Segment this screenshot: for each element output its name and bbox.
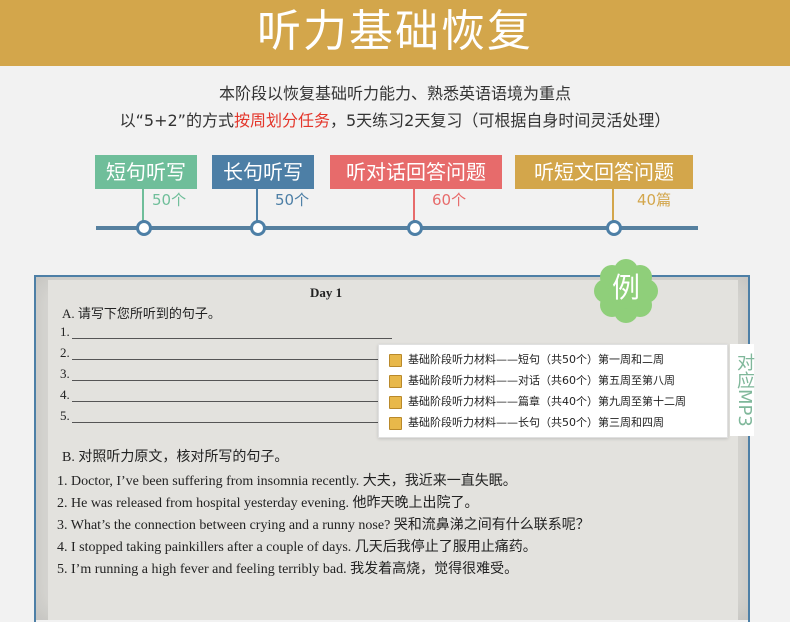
file-name: 基础阶段听力材料——篇章（共40个）第九周至第十二周 xyxy=(408,395,686,408)
blank-line: 3. xyxy=(60,366,400,386)
count-dialogue: 60个 xyxy=(432,191,467,209)
blank-line: 5. xyxy=(60,408,400,428)
timeline-dot xyxy=(407,220,423,236)
blank-underline xyxy=(72,422,392,423)
file-name: 基础阶段听力材料——长句（共50个）第三周和四周 xyxy=(408,416,664,429)
doc-section-b: B. 对照听力原文，核对所写的句子。 xyxy=(62,450,289,465)
timeline-dot xyxy=(606,220,622,236)
page-title: 听力基础恢复 xyxy=(257,6,533,57)
tag-long-sentence: 长句听写 xyxy=(212,155,314,189)
intro-line-2-highlight: 按周划分任务 xyxy=(233,111,330,130)
timeline-dot xyxy=(136,220,152,236)
folder-icon xyxy=(389,395,402,409)
doc-sentence: 4. I stopped taking painkillers after a … xyxy=(57,540,537,555)
tag-passage: 听短文回答问题 xyxy=(515,155,693,189)
file-item[interactable]: 基础阶段听力材料——对话（共60个）第五周至第八周 xyxy=(389,370,675,392)
blank-number: 5. xyxy=(60,408,70,423)
timeline-dot xyxy=(250,220,266,236)
blank-line: 1. xyxy=(60,324,400,344)
blank-number: 3. xyxy=(60,366,70,381)
tag-short-sentence: 短句听写 xyxy=(95,155,197,189)
blank-line: 2. xyxy=(60,345,400,365)
doc-sentence: 1. Doctor, I’ve been suffering from inso… xyxy=(57,474,517,489)
blank-underline xyxy=(72,338,392,339)
file-name: 基础阶段听力材料——短句（共50个）第一周和二周 xyxy=(408,353,664,366)
file-name: 基础阶段听力材料——对话（共60个）第五周至第八周 xyxy=(408,374,675,387)
blank-underline xyxy=(72,380,392,381)
header-banner: 听力基础恢复 xyxy=(0,0,790,66)
folder-icon xyxy=(389,374,402,388)
folder-icon xyxy=(389,353,402,367)
blank-underline xyxy=(72,401,392,402)
intro-line-2-start: 以“5+2”的方式 xyxy=(119,111,234,130)
folder-icon xyxy=(389,416,402,430)
blank-number: 2. xyxy=(60,345,70,360)
file-list-panel: 基础阶段听力材料——短句（共50个）第一周和二周 基础阶段听力材料——对话（共6… xyxy=(378,344,728,438)
file-item[interactable]: 基础阶段听力材料——长句（共50个）第三周和四周 xyxy=(389,412,664,434)
intro-line-1: 本阶段以恢复基础听力能力、熟悉英语语境为重点 xyxy=(218,84,571,103)
blank-number: 4. xyxy=(60,387,70,402)
intro-line-2: 以“5+2”的方式按周划分任务，5天练习2天复习（可根据自身时间灵活处理） xyxy=(0,107,790,134)
tag-dialogue: 听对话回答问题 xyxy=(330,155,502,189)
doc-section-a: A. 请写下您所听到的句子。 xyxy=(62,306,221,321)
intro-line-2-end: ，5天练习2天复习（可根据自身时间灵活处理） xyxy=(330,111,671,130)
doc-sentence: 3. What’s the connection between crying … xyxy=(57,518,590,533)
doc-sentence: 2. He was released from hospital yesterd… xyxy=(57,496,479,511)
example-badge-label: 例 xyxy=(611,271,640,304)
count-short-sentence: 50个 xyxy=(152,191,187,209)
file-item[interactable]: 基础阶段听力材料——短句（共50个）第一周和二周 xyxy=(389,349,664,371)
count-passage: 40篇 xyxy=(637,191,672,209)
intro-text: 本阶段以恢复基础听力能力、熟悉英语语境为重点 以“5+2”的方式按周划分任务，5… xyxy=(0,80,790,134)
blank-line: 4. xyxy=(60,387,400,407)
blank-underline xyxy=(72,359,392,360)
mp3-side-label: 对应MP3 xyxy=(730,344,755,436)
doc-day-heading: Day 1 xyxy=(310,285,343,300)
count-long-sentence: 50个 xyxy=(275,191,310,209)
file-item[interactable]: 基础阶段听力材料——篇章（共40个）第九周至第十二周 xyxy=(389,391,686,413)
blank-number: 1. xyxy=(60,324,70,339)
doc-sentence: 5. I’m running a high fever and feeling … xyxy=(57,562,519,577)
